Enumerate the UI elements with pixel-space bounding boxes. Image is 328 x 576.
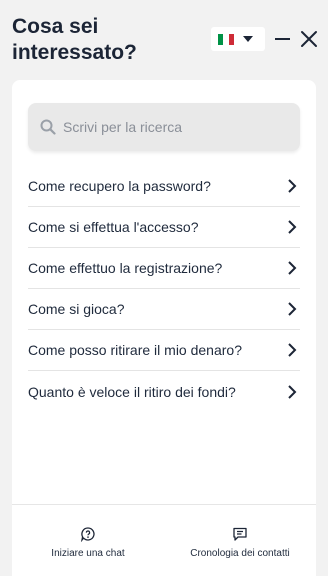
start-chat-button[interactable]: Iniziare una chat <box>12 505 164 576</box>
message-history-icon <box>233 527 247 541</box>
language-selector[interactable] <box>211 27 265 51</box>
search-icon <box>40 119 56 135</box>
page-title: Cosa sei interessato? <box>12 15 137 64</box>
chat-question-icon <box>80 527 95 542</box>
minimize-icon[interactable] <box>273 28 293 50</box>
search-box[interactable] <box>28 103 300 151</box>
faq-item-label: Come effettuo la registrazione? <box>28 260 223 276</box>
faq-item[interactable]: Come si gioca? <box>28 289 300 330</box>
faq-item-label: Come si effettua l'accesso? <box>28 219 199 235</box>
faq-item[interactable]: Come effettuo la registrazione? <box>28 248 300 289</box>
contact-history-label: Cronologia dei contatti <box>190 548 290 559</box>
contact-history-button[interactable]: Cronologia dei contatti <box>164 505 316 576</box>
faq-item[interactable]: Come recupero la password? <box>28 166 300 207</box>
faq-item[interactable]: Come si effettua l'accesso? <box>28 207 300 248</box>
faq-item[interactable]: Come posso ritirare il mio denaro? <box>28 330 300 371</box>
chevron-right-icon <box>288 261 297 275</box>
chevron-right-icon <box>288 220 297 234</box>
faq-item[interactable]: Quanto è veloce il ritiro dei fondi? <box>28 371 300 412</box>
faq-item-label: Quanto è veloce il ritiro dei fondi? <box>28 383 236 400</box>
close-icon[interactable] <box>298 28 320 50</box>
faq-item-label: Come recupero la password? <box>28 178 211 194</box>
faq-card: Come recupero la password? Come si effet… <box>12 80 316 576</box>
chevron-right-icon <box>288 384 297 399</box>
faq-list: Come recupero la password? Come si effet… <box>28 166 300 412</box>
italy-flag-icon <box>218 33 234 45</box>
header: Cosa sei interessato? <box>0 0 328 78</box>
faq-item-label: Come posso ritirare il mio denaro? <box>28 342 242 358</box>
chevron-right-icon <box>288 343 297 357</box>
caret-down-icon <box>243 36 253 42</box>
chevron-right-icon <box>288 179 297 193</box>
start-chat-label: Iniziare una chat <box>51 548 125 559</box>
chevron-right-icon <box>288 302 297 316</box>
faq-item-label: Come si gioca? <box>28 301 125 317</box>
search-input[interactable] <box>63 119 293 135</box>
footer-bar: Iniziare una chat Cronologia dei contatt… <box>12 504 316 576</box>
